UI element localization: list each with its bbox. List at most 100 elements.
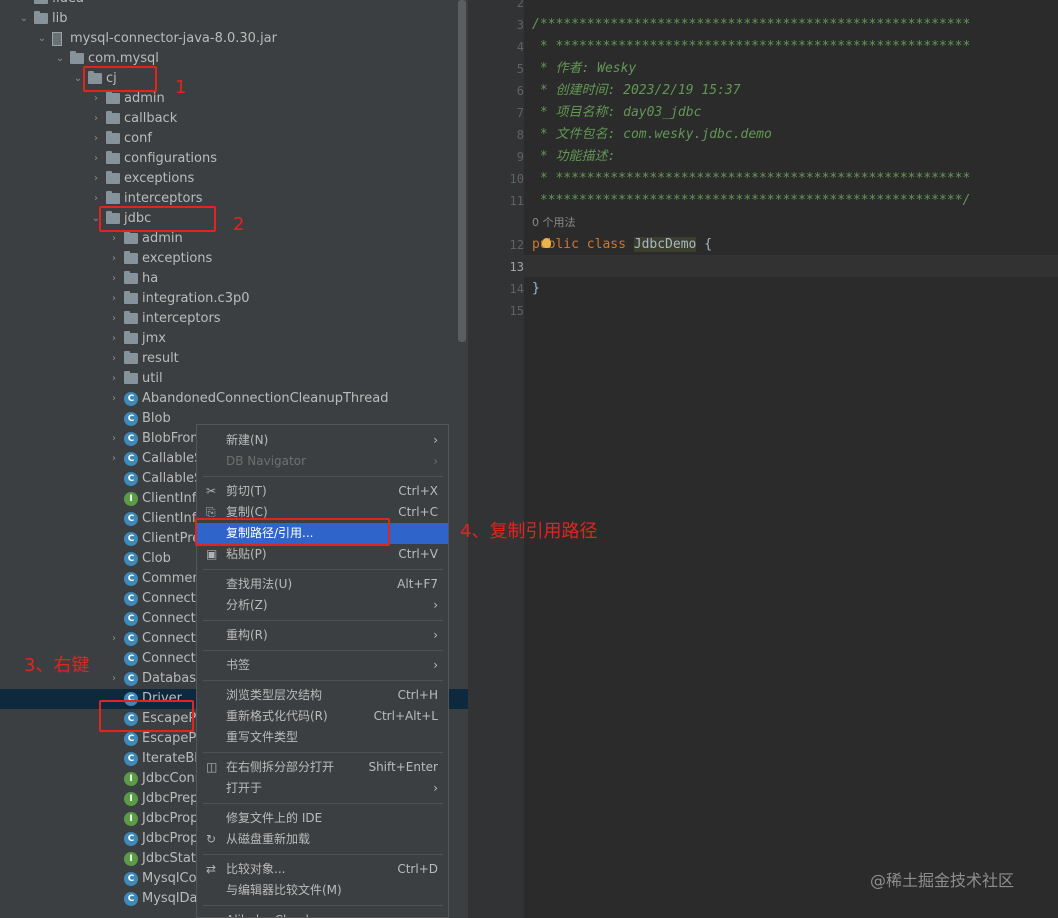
chevron-right-icon[interactable]: ›: [108, 349, 120, 369]
code-line[interactable]: * 功能描述:: [532, 146, 616, 168]
menu-item-shortcut: Ctrl+Alt+L: [373, 709, 438, 723]
menu-item[interactable]: ▣ 粘贴(P) Ctrl+V: [197, 544, 448, 565]
tree-item[interactable]: › interceptors: [0, 189, 468, 209]
code-line[interactable]: }: [532, 278, 540, 300]
menu-item[interactable]: 重新格式化代码(R) Ctrl+Alt+L: [197, 706, 448, 727]
line-number: 7: [516, 106, 524, 120]
code-line[interactable]: ****************************************…: [532, 190, 970, 212]
code-token: * 项目名称: day03_jdbc: [532, 105, 702, 120]
chevron-right-icon[interactable]: ›: [108, 329, 120, 349]
chevron-right-icon[interactable]: ›: [108, 229, 120, 249]
menu-item[interactable]: ⇄ 比较对象... Ctrl+D: [197, 859, 448, 880]
chevron-right-icon[interactable]: ›: [90, 109, 102, 129]
menu-item[interactable]: 修复文件上的 IDE: [197, 808, 448, 829]
line-number: 9: [516, 150, 524, 164]
chevron-right-icon[interactable]: ›: [108, 629, 120, 649]
chevron-right-icon[interactable]: ›: [108, 269, 120, 289]
chevron-right-icon[interactable]: ›: [108, 449, 120, 469]
menu-item[interactable]: 书签 ›: [197, 655, 448, 676]
chevron-right-icon[interactable]: ›: [90, 149, 102, 169]
chevron-right-icon[interactable]: ›: [108, 249, 120, 269]
menu-item[interactable]: 重写文件类型: [197, 727, 448, 748]
tree-item[interactable]: › conf: [0, 129, 468, 149]
tree-item[interactable]: › jmx: [0, 329, 468, 349]
menu-item[interactable]: DB Navigator ›: [197, 451, 448, 472]
menu-item[interactable]: 打开于 ›: [197, 778, 448, 799]
tree-item[interactable]: › ha: [0, 269, 468, 289]
menu-item[interactable]: 新建(N) ›: [197, 430, 448, 451]
chevron-right-icon[interactable]: ›: [108, 389, 120, 409]
chevron-right-icon[interactable]: ›: [90, 89, 102, 109]
tree-item[interactable]: › .idea: [0, 0, 468, 9]
tree-item[interactable]: › interceptors: [0, 309, 468, 329]
tree-item[interactable]: ⌄ lib: [0, 9, 468, 29]
tree-item[interactable]: › C AbandonedConnectionCleanupThread: [0, 389, 468, 409]
chevron-right-icon[interactable]: ›: [108, 369, 120, 389]
interface-icon: I: [124, 492, 138, 506]
chevron-right-icon[interactable]: ›: [108, 289, 120, 309]
tree-item[interactable]: ⌄ com.mysql: [0, 49, 468, 69]
line-number: 2: [516, 0, 524, 10]
code-editor[interactable]: 2 3 4 5 6 7 8 9 10 11 12 13 14 15 /******************…: [468, 0, 1058, 918]
menu-item[interactable]: Alibaba Cloud ›: [197, 910, 448, 917]
chevron-right-icon[interactable]: ›: [90, 129, 102, 149]
lightbulb-icon[interactable]: [542, 238, 551, 248]
chevron-down-icon[interactable]: ⌄: [36, 29, 48, 49]
chevron-down-icon[interactable]: ⌄: [18, 9, 30, 29]
context-menu: 新建(N) › DB Navigator › ✂ 剪切(T) Ctrl+X ⎘ 复制(C) Ctr…: [196, 424, 449, 918]
menu-item[interactable]: 查找用法(U) Alt+F7: [197, 574, 448, 595]
menu-item[interactable]: 与编辑器比较文件(M): [197, 880, 448, 901]
class-icon: C: [124, 652, 138, 666]
line-number: 4: [516, 40, 524, 54]
code-line[interactable]: * 创建时间: 2023/2/19 15:37: [532, 80, 741, 102]
menu-item[interactable]: ↻ 从磁盘重新加载: [197, 829, 448, 850]
chevron-right-icon[interactable]: ›: [90, 169, 102, 189]
annotation-3: 3、右键: [24, 655, 90, 676]
code-line[interactable]: public class JdbcDemo {: [532, 234, 712, 256]
highlight-box-copy-path: [195, 518, 390, 546]
tree-item-label: integration.c3p0: [142, 291, 250, 306]
code-line[interactable]: /***************************************…: [532, 14, 970, 36]
chevron-right-icon[interactable]: ›: [108, 309, 120, 329]
folder-icon: [124, 371, 138, 384]
code-line[interactable]: * 作者: Wesky: [532, 58, 636, 80]
tree-item[interactable]: › configurations: [0, 149, 468, 169]
menu-item-label: 打开于: [226, 781, 263, 795]
code-line[interactable]: * **************************************…: [532, 168, 970, 190]
folder-icon: [106, 111, 120, 124]
compare-icon: ⇄: [206, 862, 217, 876]
code-line[interactable]: * 文件包名: com.wesky.jdbc.demo: [532, 124, 772, 146]
chevron-right-icon[interactable]: ›: [108, 429, 120, 449]
chevron-right-icon[interactable]: ›: [108, 669, 120, 689]
code-line[interactable]: * 项目名称: day03_jdbc: [532, 102, 702, 124]
menu-item[interactable]: ✂ 剪切(T) Ctrl+X: [197, 481, 448, 502]
menu-item[interactable]: ◫ 在右侧拆分部分打开 Shift+Enter: [197, 757, 448, 778]
tree-item-label: JdbcState: [142, 851, 204, 866]
tree-item[interactable]: › integration.c3p0: [0, 289, 468, 309]
tree-scrollbar[interactable]: [458, 0, 466, 342]
menu-item[interactable]: 浏览类型层次结构 Ctrl+H: [197, 685, 448, 706]
code-token: * 文件包名: com.wesky.jdbc.demo: [532, 127, 772, 142]
tree-item[interactable]: › callback: [0, 109, 468, 129]
menu-item[interactable]: 分析(Z) ›: [197, 595, 448, 616]
highlight-box-jdbc: [99, 206, 216, 232]
menu-item[interactable]: 重构(R) ›: [197, 625, 448, 646]
menu-separator: [203, 854, 443, 855]
tree-item[interactable]: › result: [0, 349, 468, 369]
usages-hint[interactable]: 0 个用法: [532, 212, 576, 234]
chevron-right-icon[interactable]: ›: [18, 0, 30, 9]
tree-item[interactable]: › exceptions: [0, 249, 468, 269]
code-token: JdbcDemo: [633, 237, 697, 252]
code-line[interactable]: * **************************************…: [532, 36, 970, 58]
class-icon: C: [124, 432, 138, 446]
tree-item[interactable]: › admin: [0, 89, 468, 109]
submenu-arrow-icon: ›: [433, 598, 438, 612]
reload-icon: ↻: [206, 832, 217, 846]
chevron-down-icon[interactable]: ⌄: [54, 49, 66, 69]
tree-item[interactable]: › exceptions: [0, 169, 468, 189]
folder-icon: [34, 11, 48, 24]
scissors-icon: ✂: [206, 484, 217, 498]
tree-item[interactable]: ⌄ mysql-connector-java-8.0.30.jar: [0, 29, 468, 49]
tree-item[interactable]: › util: [0, 369, 468, 389]
tree-item[interactable]: ⌄ cj: [0, 69, 468, 89]
